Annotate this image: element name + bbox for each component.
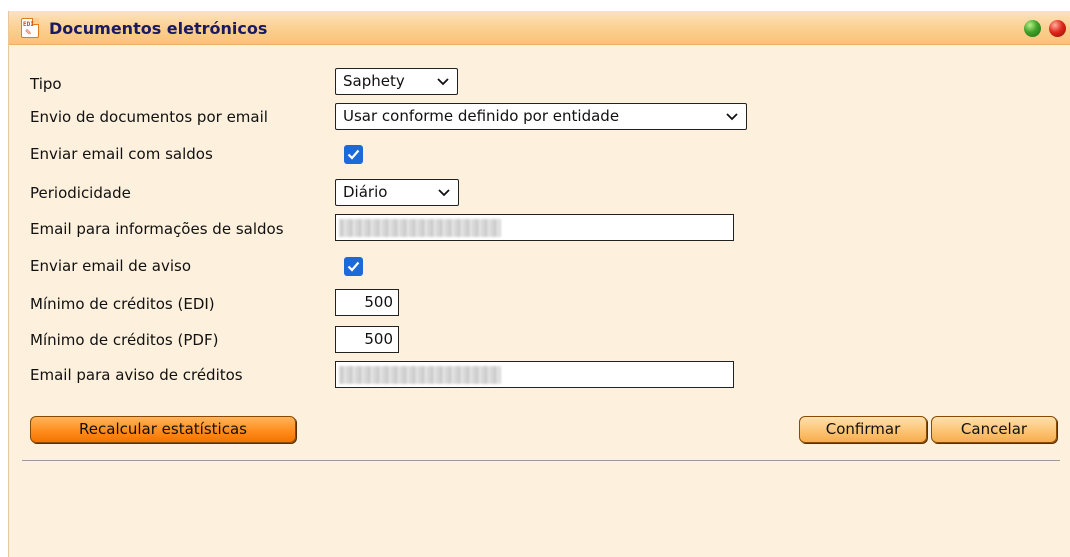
periodicidade-select[interactable]: Diário	[335, 179, 459, 206]
confirm-button[interactable]: Confirmar	[799, 416, 927, 443]
check-icon	[347, 149, 360, 160]
email-aviso-label: Email para aviso de créditos	[30, 366, 243, 384]
tipo-label: Tipo	[30, 75, 62, 93]
check-icon	[347, 261, 360, 272]
chevron-down-icon	[438, 180, 450, 205]
redacted-email	[339, 219, 501, 237]
enviar-aviso-label: Enviar email de aviso	[30, 257, 192, 275]
min-edi-input[interactable]: 500	[335, 289, 399, 316]
periodicidade-select-value: Diário	[343, 183, 388, 201]
enviar-saldos-label: Enviar email com saldos	[30, 145, 213, 163]
edi-document-icon: EDI ✎	[21, 18, 39, 38]
enviar-saldos-checkbox[interactable]	[344, 145, 363, 164]
title-bar: EDI ✎ Documentos eletrónicos	[9, 11, 1070, 45]
envio-select[interactable]: Usar conforme definido por entidade	[335, 103, 747, 130]
cancel-button[interactable]: Cancelar	[931, 416, 1057, 443]
dialog-window: EDI ✎ Documentos eletrónicos Tipo Saphet…	[8, 11, 1070, 557]
tipo-select[interactable]: Saphety	[335, 68, 458, 95]
envio-label: Envio de documentos por email	[30, 108, 268, 126]
maximize-button[interactable]	[1024, 20, 1041, 37]
divider	[22, 460, 1060, 461]
min-edi-label: Mínimo de créditos (EDI)	[30, 295, 215, 313]
periodicidade-label: Periodicidade	[30, 184, 131, 202]
tipo-select-value: Saphety	[343, 72, 405, 90]
min-pdf-input[interactable]: 500	[335, 326, 399, 353]
min-pdf-label: Mínimo de créditos (PDF)	[30, 331, 219, 349]
enviar-aviso-checkbox[interactable]	[344, 257, 363, 276]
redacted-email	[339, 366, 501, 384]
chevron-down-icon	[726, 104, 738, 129]
close-button[interactable]	[1049, 20, 1066, 37]
envio-select-value: Usar conforme definido por entidade	[343, 107, 620, 125]
chevron-down-icon	[437, 69, 449, 94]
window-title: Documentos eletrónicos	[49, 19, 268, 38]
email-saldos-label: Email para informações de saldos	[30, 220, 284, 238]
recalcular-estatisticas-button[interactable]: Recalcular estatísticas	[30, 416, 296, 443]
